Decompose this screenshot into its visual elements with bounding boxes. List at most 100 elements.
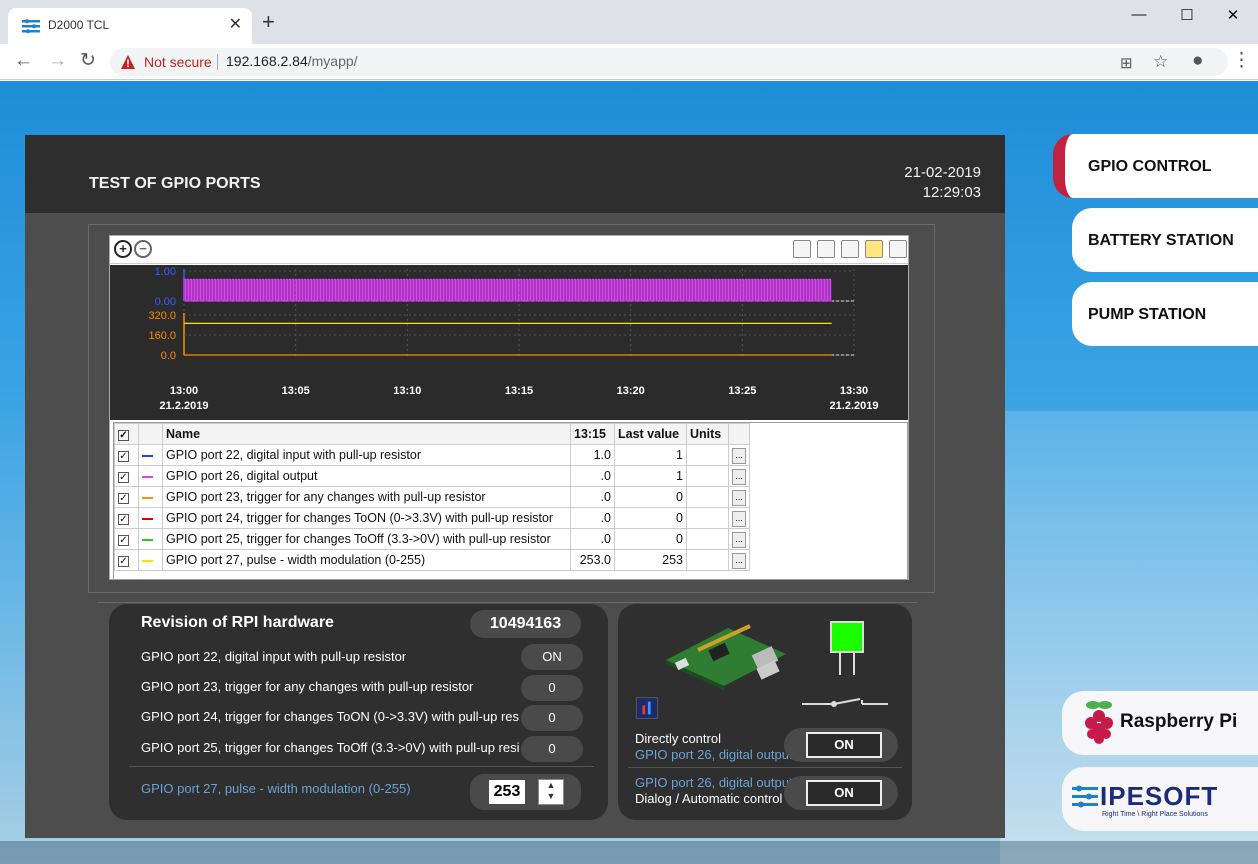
forward-icon[interactable]: →	[48, 51, 67, 71]
security-status[interactable]: Not secure	[144, 54, 212, 70]
page-title: TEST OF GPIO PORTS	[89, 175, 261, 192]
target-icon[interactable]	[817, 240, 835, 258]
checkbox[interactable]: ✓	[118, 451, 129, 462]
pwm-control: 253 ▲ ▼	[470, 774, 581, 810]
checkbox[interactable]: ✓	[118, 556, 129, 567]
row-color-cell	[138, 528, 163, 550]
x-tick-label: 13:30	[840, 385, 868, 397]
value-1315: .0	[570, 507, 615, 529]
plot-svg: 1.00 0.00 320.0 160.0 0.0 13:00 13:05 13:10 13:1…	[148, 266, 878, 412]
gpio23-label: GPIO port 23, trigger for any changes wi…	[141, 679, 474, 694]
value-1315: .0	[570, 528, 615, 550]
x-tick-label: 13:00	[170, 385, 198, 397]
back-icon[interactable]: ←	[14, 51, 33, 71]
background-decoration	[0, 841, 1258, 864]
chart-icon[interactable]	[889, 240, 907, 258]
header-checkbox-cell[interactable]: ✓	[114, 423, 139, 445]
row-options-button[interactable]: ...	[732, 489, 746, 506]
url-host: 192.168.2.84	[226, 53, 308, 69]
signal-table-grid: ✓ Name 13:15 Last value Units ✓ GPIO port…	[114, 423, 750, 571]
table-row[interactable]: ✓ GPIO port 27, pulse - width modulation …	[114, 549, 750, 571]
column-header[interactable]: Units	[686, 423, 729, 445]
header-action-cell	[728, 423, 750, 445]
copy-icon[interactable]	[793, 240, 811, 258]
raspberry-pi-logo[interactable]: Raspberry Pi	[1062, 691, 1258, 755]
table-row[interactable]: ✓ GPIO port 23, trigger for any changes w…	[114, 486, 750, 508]
row-options-button[interactable]: ...	[732, 552, 746, 569]
row-color-cell	[138, 444, 163, 466]
row-checkbox-cell[interactable]: ✓	[114, 486, 139, 508]
zoom-out-icon[interactable]: −	[134, 240, 152, 258]
ipesoft-tagline: Right Time \ Right Place Solutions	[1102, 811, 1208, 818]
minimize-button[interactable]: —	[1124, 6, 1154, 26]
section-divider	[97, 602, 917, 603]
app-header: TEST OF GPIO PORTS 21-02-2019 12:29:03	[25, 135, 1005, 213]
column-header[interactable]: Last value	[614, 423, 687, 445]
signal-table: ✓ Name 13:15 Last value Units ✓ GPIO port…	[113, 422, 908, 580]
checkbox[interactable]: ✓	[118, 430, 129, 441]
tab-close-icon[interactable]: ✕	[229, 14, 242, 34]
row-checkbox-cell[interactable]: ✓	[114, 465, 139, 487]
account-icon[interactable]: ●	[1192, 51, 1203, 71]
nav-pump-station[interactable]: PUMP STATION	[1072, 282, 1258, 346]
maximize-button[interactable]: ☐	[1172, 6, 1202, 26]
browser-titlebar: D2000 TCL ✕ + — ☐ ✕	[0, 0, 1258, 44]
gpio23-value: 0	[521, 675, 583, 701]
signal-name: GPIO port 23, trigger for any changes wi…	[162, 486, 571, 508]
direct-on-button[interactable]: ON	[806, 732, 882, 758]
table-row[interactable]: ✓ GPIO port 22, digital input with pull-u…	[114, 444, 750, 466]
reload-icon[interactable]: ↻	[80, 51, 96, 71]
checkbox[interactable]: ✓	[118, 535, 129, 546]
raspberry-pi-text: Raspberry Pi	[1120, 711, 1238, 732]
auto-on-button[interactable]: ON	[806, 780, 882, 806]
dialog-icon[interactable]	[636, 697, 658, 719]
row-options-button[interactable]: ...	[732, 447, 746, 464]
column-header[interactable]: Name	[162, 423, 571, 445]
new-tab-button[interactable]: +	[262, 11, 275, 33]
pwm-stepper[interactable]: ▲ ▼	[538, 779, 564, 805]
last-value: 1	[614, 465, 687, 487]
legend-icon[interactable]	[865, 240, 883, 258]
nav-gpio-control[interactable]: GPIO CONTROL	[1053, 134, 1258, 198]
star-icon[interactable]: ☆	[1153, 52, 1168, 72]
address-bar[interactable]: Not secure 192.168.2.84/myapp/ ⊞ ☆	[110, 48, 1228, 76]
checkbox[interactable]: ✓	[118, 493, 129, 504]
table-row[interactable]: ✓ GPIO port 25, trigger for changes ToOff…	[114, 528, 750, 550]
nav-battery-station[interactable]: BATTERY STATION	[1072, 208, 1258, 272]
row-checkbox-cell[interactable]: ✓	[114, 549, 139, 571]
row-options-button[interactable]: ...	[732, 531, 746, 548]
checkbox[interactable]: ✓	[118, 472, 129, 483]
ipesoft-icon	[1072, 785, 1098, 808]
url-separator	[217, 54, 218, 70]
checkbox[interactable]: ✓	[118, 514, 129, 525]
url-text[interactable]: 192.168.2.84/myapp/	[226, 53, 358, 69]
led-indicator	[830, 621, 864, 653]
row-checkbox-cell[interactable]: ✓	[114, 528, 139, 550]
column-header[interactable]: 13:15	[570, 423, 615, 445]
row-checkbox-cell[interactable]: ✓	[114, 507, 139, 529]
signal-name: GPIO port 27, pulse - width modulation (…	[162, 549, 571, 571]
app-panel: TEST OF GPIO PORTS 21-02-2019 12:29:03 +…	[25, 135, 1005, 838]
browser-tab[interactable]: D2000 TCL ✕	[8, 8, 252, 44]
nav-label: GPIO CONTROL	[1088, 158, 1212, 175]
row-options-button[interactable]: ...	[732, 468, 746, 485]
units	[686, 549, 729, 571]
menu-icon[interactable]: ⋮	[1232, 51, 1251, 71]
units	[686, 507, 729, 529]
row-checkbox-cell[interactable]: ✓	[114, 444, 139, 466]
header-color-cell	[138, 423, 163, 445]
ipesoft-logo[interactable]: IPESOFT Right Time \ Right Place Solutio…	[1062, 767, 1258, 831]
table-row[interactable]: ✓ GPIO port 24, trigger for changes ToON …	[114, 507, 750, 529]
hardware-panel: Revision of RPI hardware 10494163 GPIO p…	[109, 604, 608, 820]
zoom-in-icon[interactable]: +	[114, 240, 132, 258]
table-row[interactable]: ✓ GPIO port 26, digital output .0 1...	[114, 465, 750, 487]
close-window-button[interactable]: ✕	[1218, 6, 1248, 26]
axis-icon[interactable]	[841, 240, 859, 258]
auto-control-label: Dialog / Automatic control	[635, 791, 783, 806]
translate-icon[interactable]: ⊞	[1120, 54, 1133, 72]
row-color-cell	[138, 549, 163, 571]
time-text: 12:29:03	[922, 184, 981, 201]
pwm-input[interactable]: 253	[489, 780, 525, 804]
units	[686, 486, 729, 508]
row-options-button[interactable]: ...	[732, 510, 746, 527]
